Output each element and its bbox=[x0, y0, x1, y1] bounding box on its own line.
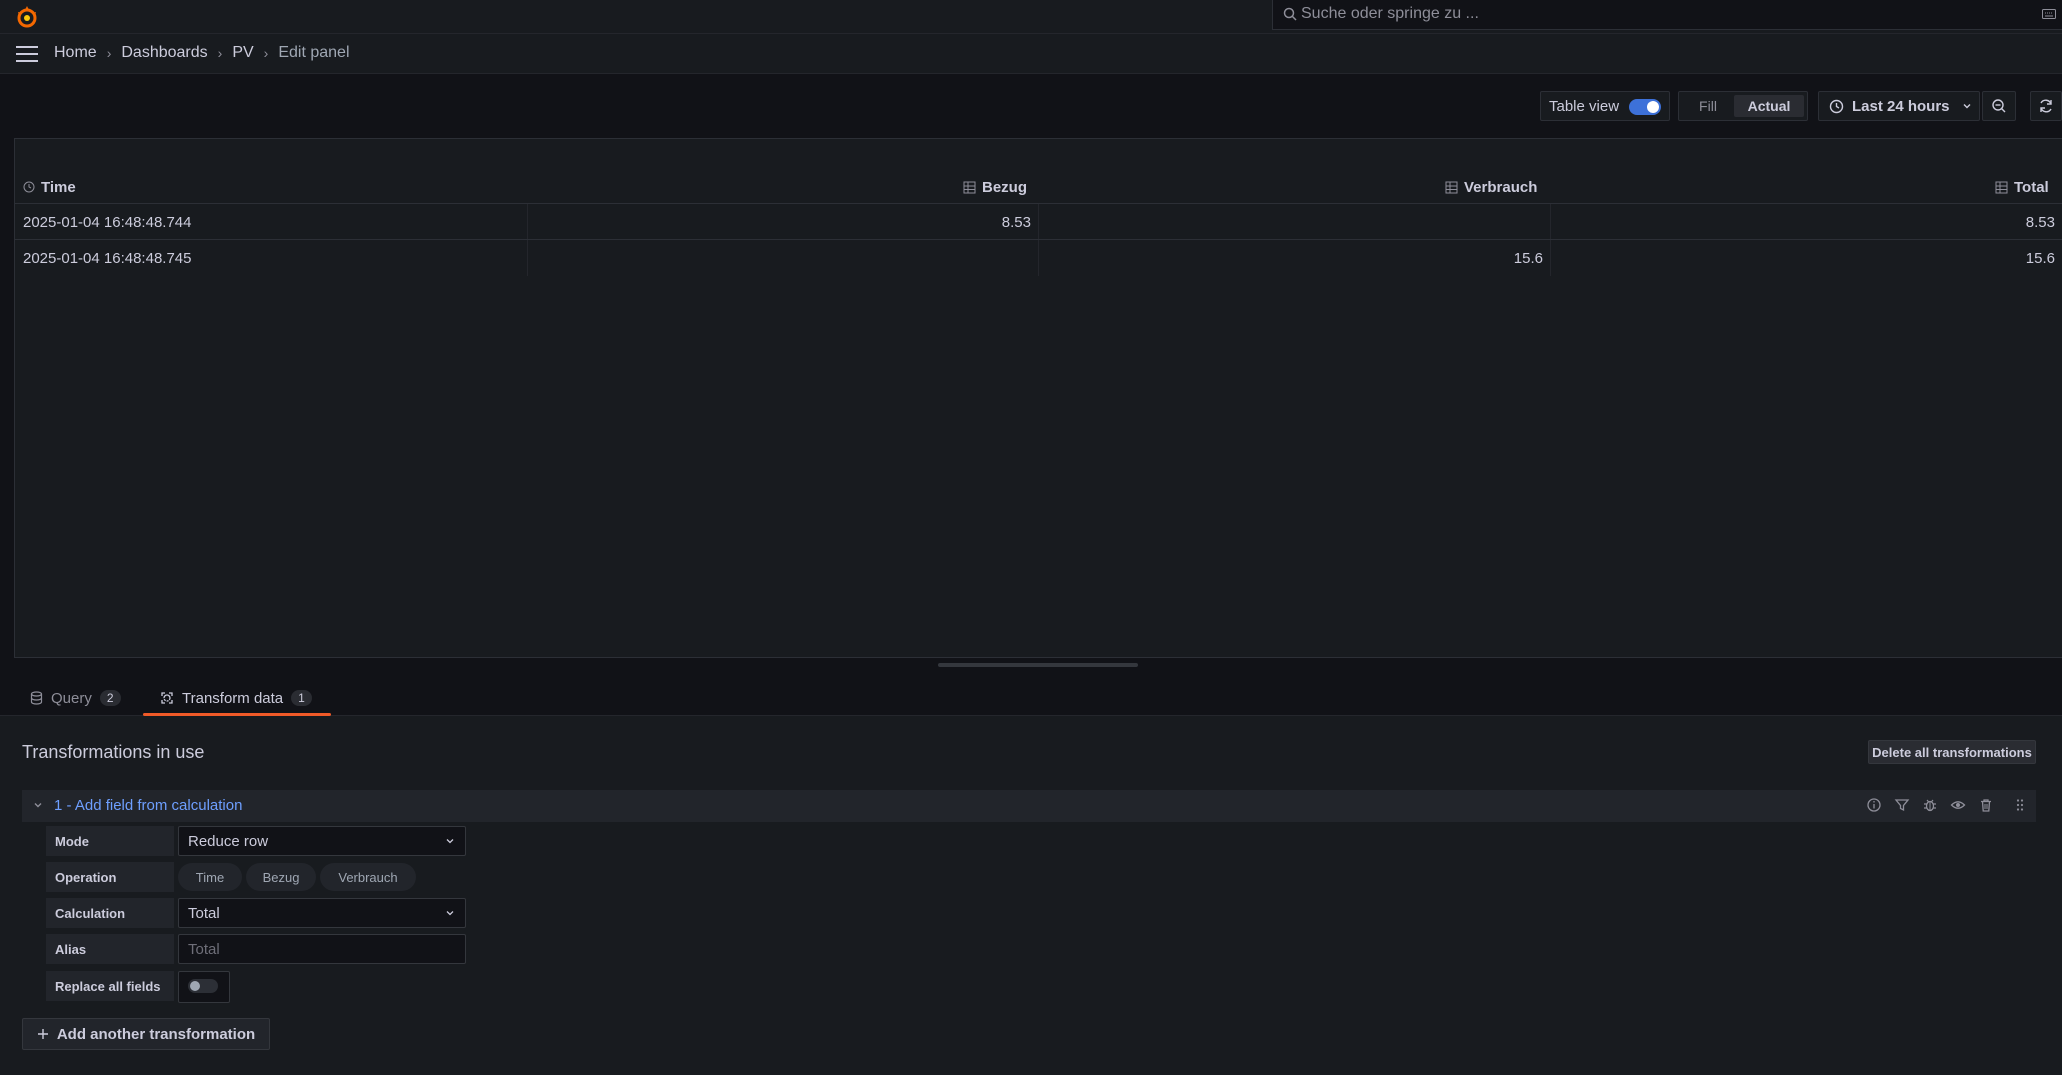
breadcrumb-bar: Home › Dashboards › PV › Edit panel bbox=[0, 34, 2062, 74]
table-row: 2025-01-04 16:48:48.744 8.53 8.53 bbox=[15, 203, 2062, 240]
tab-query-label: Query bbox=[51, 689, 92, 707]
breadcrumb: Home › Dashboards › PV › Edit panel bbox=[54, 44, 350, 62]
search-bar[interactable]: Suche oder springe zu ... bbox=[1272, 0, 2062, 30]
mode-value: Reduce row bbox=[188, 832, 269, 850]
table-cell-bezug: 8.53 bbox=[1001, 213, 1031, 231]
operation-label: Operation bbox=[46, 862, 174, 892]
table-cell-total: 8.53 bbox=[2025, 213, 2055, 231]
transformations-heading: Transformations in use bbox=[22, 742, 205, 762]
breadcrumb-current: Edit panel bbox=[278, 44, 350, 61]
breadcrumb-pv[interactable]: PV bbox=[232, 44, 253, 62]
breadcrumb-separator: › bbox=[106, 45, 112, 61]
tab-query-count: 2 bbox=[99, 690, 121, 706]
breadcrumb-dashboards[interactable]: Dashboards bbox=[121, 44, 207, 62]
database-icon bbox=[30, 691, 43, 705]
tab-query[interactable]: Query 2 bbox=[30, 680, 121, 716]
table-view-switch[interactable] bbox=[1629, 99, 1661, 115]
transform-icon bbox=[161, 692, 173, 704]
column-header-label: Verbrauch bbox=[1464, 178, 1538, 196]
table-view-toggle[interactable]: Table view bbox=[1540, 91, 1670, 121]
transformation-actions bbox=[1866, 797, 2028, 813]
clock-icon bbox=[23, 181, 35, 193]
column-header-label: Total bbox=[2014, 178, 2049, 196]
refresh-icon bbox=[2040, 99, 2052, 113]
operation-option-bezug[interactable]: Bezug bbox=[246, 863, 316, 891]
info-icon[interactable] bbox=[1866, 797, 1882, 813]
refresh-button[interactable] bbox=[2030, 91, 2062, 121]
column-header-total[interactable]: Total bbox=[1995, 171, 2049, 203]
alias-label: Alias bbox=[46, 934, 174, 964]
alias-placeholder: Total bbox=[188, 940, 220, 958]
operation-option-time[interactable]: Time bbox=[178, 863, 242, 891]
chevron-down-icon bbox=[446, 839, 454, 844]
table-cell-time: 2025-01-04 16:48:48.745 bbox=[23, 249, 192, 267]
column-header-label: Time bbox=[41, 178, 76, 196]
table-row: 2025-01-04 16:48:48.745 15.6 15.6 bbox=[15, 239, 2062, 276]
drag-handle-icon[interactable] bbox=[2012, 797, 2028, 813]
zoom-out-icon bbox=[1992, 99, 2006, 113]
field-icon bbox=[1445, 181, 1458, 193]
fill-option[interactable]: Fill bbox=[1682, 95, 1734, 117]
search-placeholder: Suche oder springe zu ... bbox=[1301, 5, 1479, 22]
transformation-title[interactable]: 1 - Add field from calculation bbox=[54, 797, 242, 814]
eye-icon[interactable] bbox=[1950, 797, 1966, 813]
calculation-select[interactable]: Total bbox=[178, 898, 466, 928]
bug-icon[interactable] bbox=[1922, 797, 1938, 813]
replace-all-fields-switch[interactable] bbox=[188, 979, 218, 993]
tab-transform-count: 1 bbox=[291, 690, 312, 706]
add-transformation-button[interactable]: Add another transformation bbox=[22, 1018, 270, 1050]
calculation-value: Total bbox=[188, 904, 220, 922]
fill-actual-switch: Fill Actual bbox=[1678, 91, 1808, 121]
top-bar: Suche oder springe zu ... bbox=[0, 0, 2062, 34]
filter-icon[interactable] bbox=[1894, 797, 1910, 813]
table-cell-time: 2025-01-04 16:48:48.744 bbox=[23, 213, 192, 231]
mode-select[interactable]: Reduce row bbox=[178, 826, 466, 856]
chevron-down-icon bbox=[1963, 104, 1971, 109]
transformation-header[interactable]: 1 - Add field from calculation bbox=[22, 790, 2036, 822]
breadcrumb-home[interactable]: Home bbox=[54, 44, 97, 62]
breadcrumb-separator: › bbox=[217, 45, 223, 61]
chevron-down-icon bbox=[446, 911, 454, 916]
breadcrumb-separator: › bbox=[263, 45, 269, 61]
table-cell-verbrauch: 15.6 bbox=[1513, 249, 1543, 267]
zoom-out-button[interactable] bbox=[1982, 91, 2016, 121]
grafana-logo-icon[interactable] bbox=[14, 4, 40, 30]
column-header-time[interactable]: Time bbox=[23, 171, 76, 203]
clock-icon bbox=[1829, 99, 1844, 113]
delete-all-transformations-button[interactable]: Delete all transformations bbox=[1868, 740, 2036, 764]
add-transformation-label: Add another transformation bbox=[56, 1025, 256, 1043]
keyboard-icon bbox=[2042, 9, 2056, 19]
column-header-label: Bezug bbox=[982, 178, 1027, 196]
menu-icon[interactable] bbox=[16, 46, 38, 62]
tab-transform-data[interactable]: Transform data 1 bbox=[144, 680, 346, 716]
alias-input[interactable]: Total bbox=[178, 934, 466, 964]
time-range-label: Last 24 hours bbox=[1852, 97, 1950, 115]
chevron-down-icon[interactable] bbox=[32, 799, 44, 811]
calculation-label: Calculation bbox=[46, 898, 174, 928]
operation-option-verbrauch[interactable]: Verbrauch bbox=[320, 863, 416, 891]
trash-icon[interactable] bbox=[1978, 797, 1994, 813]
table-cell-bezug bbox=[527, 240, 1031, 276]
actual-option[interactable]: Actual bbox=[1734, 95, 1804, 117]
column-header-bezug[interactable]: Bezug bbox=[963, 171, 1027, 203]
table-view-label: Table view bbox=[1549, 97, 1620, 115]
plus-icon bbox=[37, 1029, 48, 1039]
column-header-verbrauch[interactable]: Verbrauch bbox=[1445, 171, 1537, 203]
panel-resize-handle[interactable] bbox=[938, 663, 1138, 667]
field-icon bbox=[1995, 181, 2008, 193]
panel-preview: Time Bezug Verbrauch Total 2025-01-04 16… bbox=[14, 138, 2062, 658]
editor-tabs: Query 2 Transform data 1 bbox=[0, 680, 2062, 716]
tab-transform-label: Transform data bbox=[182, 689, 284, 707]
replace-all-fields-toggle[interactable] bbox=[178, 971, 230, 1003]
time-range-picker[interactable]: Last 24 hours bbox=[1818, 91, 1980, 121]
field-icon bbox=[963, 181, 976, 193]
table-cell-verbrauch bbox=[1039, 204, 1543, 240]
transformations-pane bbox=[0, 716, 2062, 1075]
mode-label: Mode bbox=[46, 826, 174, 856]
replace-all-fields-label: Replace all fields bbox=[46, 971, 174, 1001]
table-cell-total: 15.6 bbox=[2025, 249, 2055, 267]
search-icon bbox=[1283, 7, 1297, 21]
